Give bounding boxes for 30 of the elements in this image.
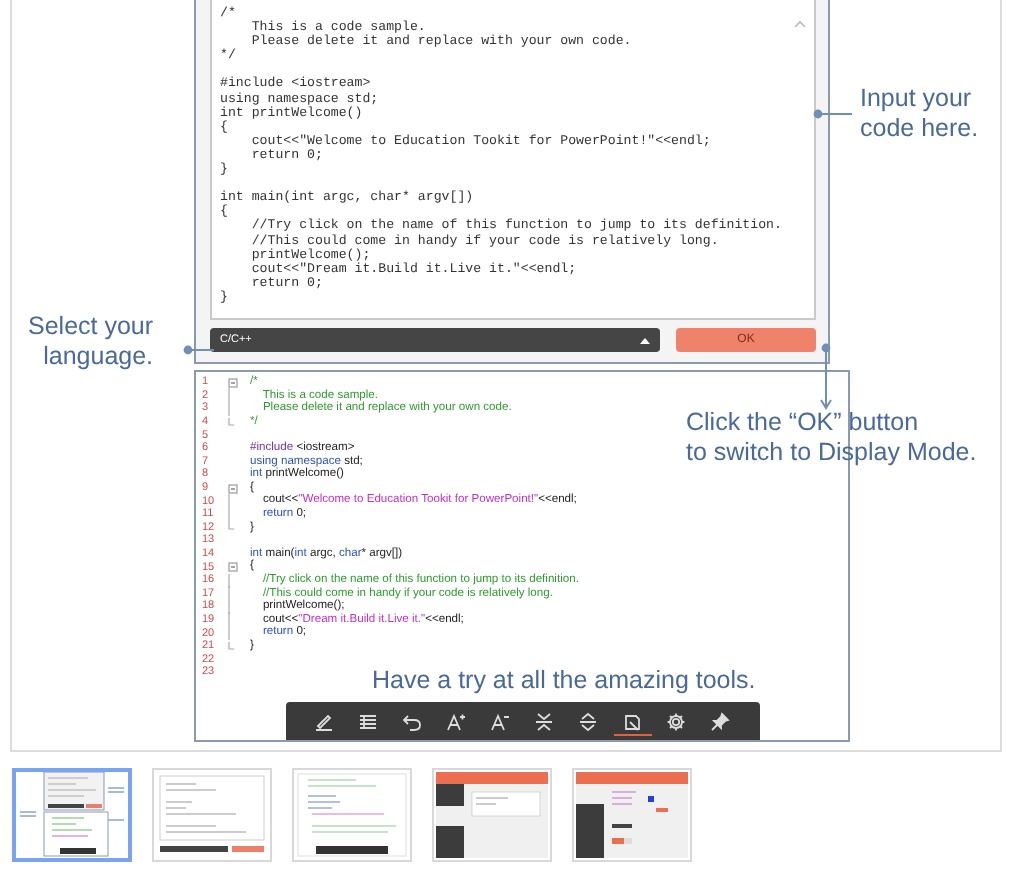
eraser-icon: [622, 711, 642, 731]
pin-icon: [710, 711, 730, 731]
collapse-icon: [534, 711, 554, 731]
screenshot-drawing: [296, 772, 408, 858]
leader-line: [813, 109, 853, 119]
expand-icon: [578, 711, 598, 731]
thumbnail[interactable]: [152, 768, 272, 862]
screenshot-drawing: [16, 772, 128, 858]
thumbnail[interactable]: [292, 768, 412, 862]
list-icon: [358, 711, 378, 731]
thumbnail[interactable]: [572, 768, 692, 862]
thumbnail[interactable]: [432, 768, 552, 862]
screenshot-drawing: [576, 772, 688, 858]
select-language-label: Select your language.: [28, 312, 154, 372]
caret-icon: [640, 337, 650, 343]
fold-end: [228, 641, 234, 652]
undo-icon: [402, 711, 422, 731]
fold-end: [228, 522, 234, 533]
font-decrease-icon: [490, 711, 510, 731]
screenshot-drawing: [156, 772, 268, 858]
pen-icon: [314, 711, 334, 731]
leader-line: [183, 345, 215, 355]
input-code-label: Input your code here.: [860, 84, 979, 144]
thumbnail[interactable]: [12, 768, 132, 862]
screenshot-drawing: [436, 772, 548, 858]
settings-icon: [666, 711, 686, 731]
leader-line: [820, 343, 832, 410]
fold-end: [228, 417, 234, 428]
tools-hint-label: Have a try at all the amazing tools.: [372, 666, 756, 696]
font-increase-icon: [446, 711, 466, 731]
